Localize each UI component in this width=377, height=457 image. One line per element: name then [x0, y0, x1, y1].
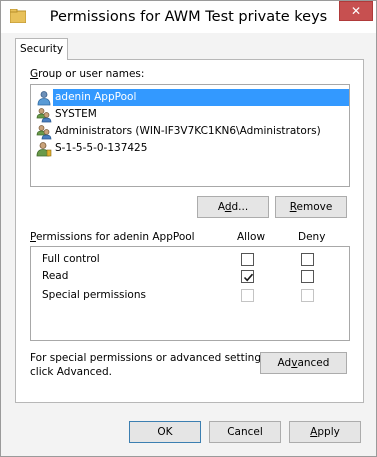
- advanced-note-line1: For special permissions or advanced sett…: [30, 352, 270, 364]
- checkmark-icon: [243, 273, 254, 282]
- permissions-list: Full control Read Special permissions: [30, 246, 350, 341]
- group-icon: [36, 124, 52, 140]
- add-button[interactable]: Add...: [197, 196, 269, 218]
- permissions-dialog: Permissions for AWM Test private keys ✕ …: [0, 0, 377, 457]
- allow-column-header: Allow: [237, 231, 266, 243]
- window-title: Permissions for AWM Test private keys: [49, 9, 328, 25]
- full-control-deny-checkbox[interactable]: [301, 253, 314, 266]
- read-deny-checkbox[interactable]: [301, 270, 314, 283]
- group-names-label: Group or user names:: [30, 68, 145, 80]
- user-icon: [36, 90, 52, 106]
- permission-name: Read: [42, 270, 69, 282]
- permissions-label: Permissions for adenin AppPool: [30, 231, 195, 243]
- read-allow-checkbox[interactable]: [241, 270, 254, 283]
- close-icon: ✕: [350, 4, 362, 18]
- title-bar: Permissions for AWM Test private keys ✕: [1, 1, 376, 33]
- special-permissions-deny-checkbox: [301, 289, 314, 302]
- special-permissions-allow-checkbox: [241, 289, 254, 302]
- deny-column-header: Deny: [298, 231, 326, 243]
- close-button[interactable]: ✕: [339, 1, 373, 21]
- full-control-allow-checkbox[interactable]: [241, 253, 254, 266]
- permission-name: Special permissions: [42, 289, 146, 301]
- apply-button[interactable]: Apply: [289, 421, 361, 443]
- user-icon: [36, 141, 52, 157]
- ok-button[interactable]: OK: [129, 421, 201, 443]
- group-user-list[interactable]: adenin AppPool SYSTEM Administrators (WI…: [30, 84, 350, 187]
- advanced-button[interactable]: Advanced: [260, 352, 347, 374]
- permission-name: Full control: [42, 253, 100, 265]
- advanced-note-line2: click Advanced.: [30, 366, 113, 378]
- tab-security[interactable]: Security: [15, 38, 68, 60]
- group-icon: [36, 107, 52, 123]
- cancel-button[interactable]: Cancel: [209, 421, 281, 443]
- remove-button[interactable]: Remove: [275, 196, 347, 218]
